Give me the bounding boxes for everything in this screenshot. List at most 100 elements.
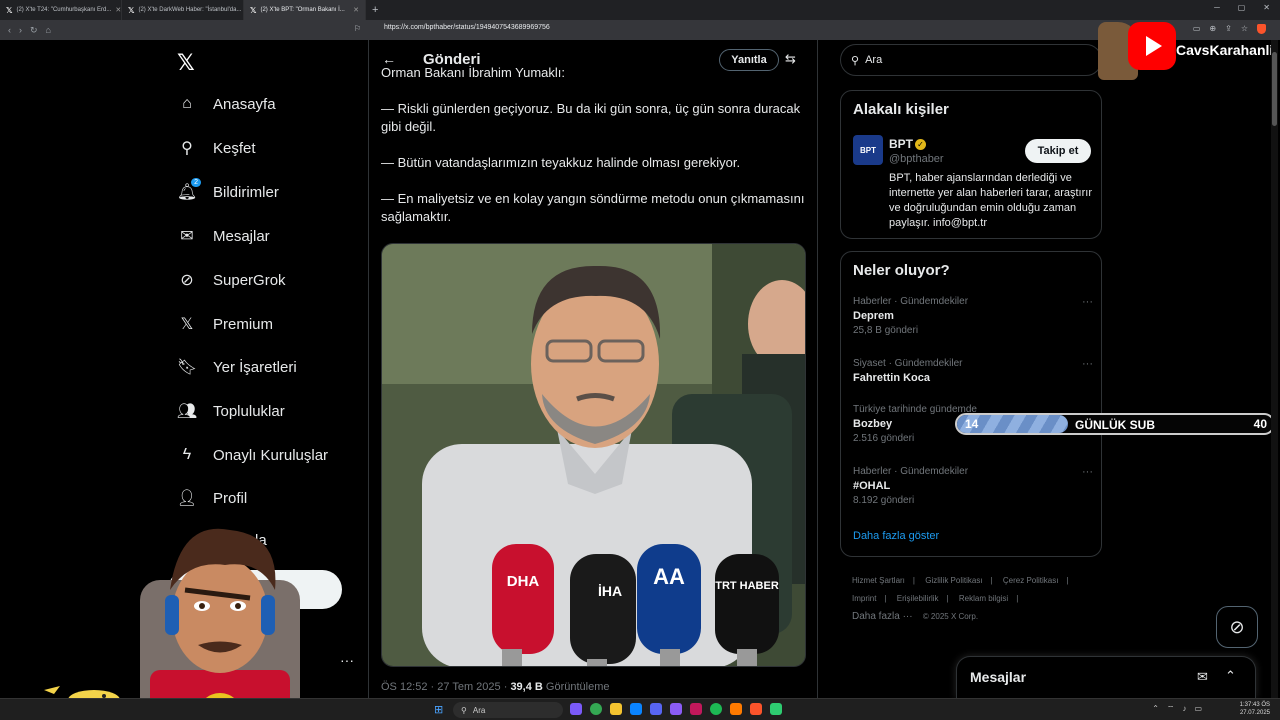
avatar[interactable]: BPT [853, 135, 883, 165]
app-icon[interactable] [770, 703, 782, 715]
battery-icon[interactable]: ▭ [1194, 704, 1202, 714]
nav-item-profile[interactable]: 👤︎ Profil [177, 488, 247, 508]
x-logo-icon: 𝕏 [128, 5, 135, 15]
back-arrow-icon[interactable]: ‹ [8, 25, 11, 36]
trend-name: Deprem [853, 310, 894, 322]
chrome-icon[interactable] [590, 703, 602, 715]
browser-tab-3[interactable]: 𝕏 (2) X'te BPT: "Orman Bakanı İ... ✕ [244, 0, 366, 20]
footer-link[interactable]: Gizlilik Politikası [925, 576, 982, 585]
bookmark-page-icon[interactable]: ⚐ [354, 24, 361, 33]
obs-icon[interactable] [670, 703, 682, 715]
trt-microphone [715, 554, 779, 654]
reload-icon[interactable]: ↻ [30, 25, 38, 36]
copyright: © 2025 X Corp. [922, 612, 979, 621]
tab-label: (2) X'te T24: "Cumhurbaşkanı Erd... [16, 7, 112, 13]
more-icon[interactable]: ··· [1082, 358, 1093, 370]
nav-item-bookmarks[interactable]: 🔖︎ Yer İşaretleri [177, 357, 297, 377]
channel-name: CavsKarahanli [1176, 42, 1274, 58]
browser-tab-1[interactable]: 𝕏 (2) X'te T24: "Cumhurbaşkanı Erd... ✕ [0, 0, 122, 20]
spotify-icon[interactable] [710, 703, 722, 715]
nav-item-label: Bildirimler [213, 183, 279, 201]
close-window-icon[interactable]: ✕ [1263, 3, 1270, 12]
chevron-up-icon[interactable]: ⌃ [1225, 668, 1236, 684]
app-icon[interactable] [730, 703, 742, 715]
close-icon[interactable]: ✕ [115, 6, 121, 14]
trend-item[interactable]: Haberler · Gündemdekiler #OHAL 8.192 gön… [853, 466, 1093, 506]
scrollbar-thumb[interactable] [1272, 52, 1277, 126]
footer-link[interactable]: Çerez Politikası [1003, 576, 1059, 585]
file-explorer-icon[interactable] [610, 703, 622, 715]
tab-label: (2) X'te BPT: "Orman Bakanı İ... [260, 7, 345, 13]
forward-arrow-icon[interactable]: › [19, 25, 22, 36]
related-people-card: Alakalı kişiler BPT BPT ✓ @bpthaber Takip… [840, 90, 1102, 239]
footer-link[interactable]: Reklam bilgisi [959, 594, 1008, 603]
trend-category: Haberler · Gündemdekiler [853, 466, 969, 477]
streamer-avatar-overlay [140, 528, 300, 720]
nav-item-explore[interactable]: ⚲ Keşfet [177, 138, 255, 158]
nav-item-messages[interactable]: ✉ Mesajlar [177, 226, 269, 246]
app-icon[interactable] [690, 703, 702, 715]
nav-item-home[interactable]: ⌂ Anasayfa [177, 94, 275, 114]
dha-microphone [492, 544, 554, 654]
new-message-icon[interactable]: ✉ [1197, 669, 1208, 685]
nav-item-notifications[interactable]: 🔔︎ 2 Bildirimler [177, 178, 279, 202]
messages-dock[interactable]: Mesajlar ✉ ⌃ [956, 656, 1256, 698]
url-field[interactable]: https://x.com/bpthaber/status/1949407543… [384, 24, 550, 31]
maximize-icon[interactable]: ▢ [1238, 3, 1246, 12]
trend-item[interactable]: Haberler · Gündemdekiler Deprem 25,8 B g… [853, 296, 1093, 336]
account-more-icon[interactable]: ··· [340, 652, 354, 668]
minimize-icon[interactable]: ─ [1214, 3, 1220, 12]
mic-logo-iha: İHA [598, 583, 622, 599]
trend-name: Fahrettin Koca [853, 372, 931, 384]
trend-name: #OHAL [853, 480, 891, 492]
clock-time: 1:37:43 ÖS [1239, 702, 1270, 708]
view-count: 39,4 B [510, 681, 543, 693]
edge-icon[interactable] [630, 703, 642, 715]
nav-item-supergrok[interactable]: ⊘ SuperGrok [177, 270, 285, 290]
related-handle[interactable]: @bpthaber [889, 153, 944, 165]
related-name[interactable]: BPT ✓ [889, 137, 926, 151]
discord-icon[interactable] [650, 703, 662, 715]
search-placeholder: Ara [865, 54, 883, 66]
nav-item-label: Profil [213, 489, 248, 507]
windows-start-icon[interactable]: ⊞ [434, 703, 443, 716]
home-icon[interactable]: ⌂ [46, 25, 51, 36]
bell-icon: 🔔︎ 2 [177, 178, 201, 202]
follow-button[interactable]: Takip et [1025, 139, 1091, 163]
footer-links: Hizmet Şartları | Gizlilik Politikası | Çe… [852, 576, 1069, 622]
nav-item-communities[interactable]: 👥︎ Topluluklar [177, 401, 285, 421]
chevron-up-icon[interactable]: ⌃ [1152, 704, 1159, 714]
search-input[interactable]: ⚲ Ara [840, 44, 1102, 76]
person-icon: 👤︎ [176, 490, 198, 507]
taskbar-search[interactable]: ⚲ Ara [453, 702, 563, 718]
more-icon[interactable]: ··· [1082, 296, 1093, 308]
volume-icon[interactable]: ♪ [1182, 704, 1186, 714]
youtube-icon [1128, 22, 1176, 70]
verified-badge-icon: ✓ [915, 139, 926, 151]
close-icon[interactable]: ✕ [353, 6, 359, 14]
new-tab-button[interactable]: + [366, 4, 384, 16]
x-logo-icon[interactable]: 𝕏 [177, 50, 195, 76]
x-icon: 𝕏 [180, 316, 194, 333]
post-timestamp: ÖS 12:52 · 27 Tem 2025 · [381, 681, 511, 693]
footer-link[interactable]: Hizmet Şartları [852, 576, 905, 585]
footer-more-link[interactable]: Daha fazla ··· [852, 611, 913, 622]
taskbar-clock[interactable]: 1:37:43 ÖS 27.07.2025 [1240, 701, 1270, 717]
footer-link[interactable]: Erişilebilirlik [897, 594, 939, 603]
page-scrollbar[interactable] [1271, 40, 1278, 700]
show-more-link[interactable]: Daha fazla göster [853, 530, 939, 542]
sub-goal: 40 [1253, 417, 1267, 431]
trend-item[interactable]: Siyaset · Gündemdekiler Fahrettin Koca ·… [853, 358, 1093, 384]
brave-icon[interactable] [750, 703, 762, 715]
more-icon[interactable]: ··· [1082, 466, 1093, 478]
nav-item-verified-orgs[interactable]: ϟ Onaylı Kuruluşlar [177, 445, 328, 465]
sub-current: 14 [965, 417, 979, 431]
footer-link[interactable]: Imprint [852, 594, 876, 603]
nav-item-label: Topluluklar [213, 402, 285, 420]
copilot-icon[interactable] [570, 703, 582, 715]
browser-tab-2[interactable]: 𝕏 (2) X'te DarkWeb Haber: "İstanbul'da..… [122, 0, 244, 20]
network-icon[interactable]: ⌔ [1167, 704, 1175, 714]
post-video[interactable]: DHA İHA AA TRT HABER [381, 243, 806, 667]
nav-item-premium[interactable]: 𝕏 Premium [177, 314, 273, 334]
grok-floating-button[interactable]: ⊘ [1216, 606, 1258, 648]
